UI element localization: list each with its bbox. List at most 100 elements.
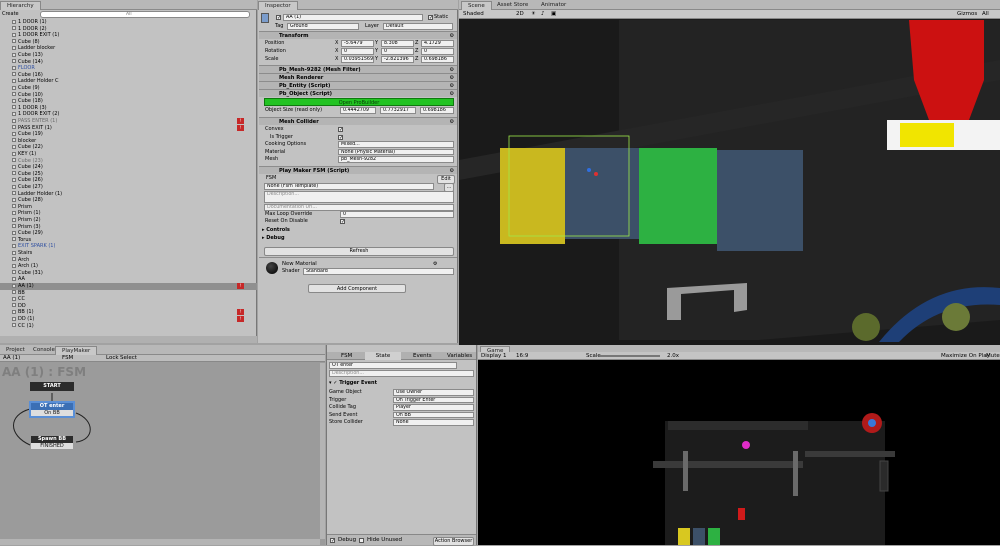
mesh-filter-header[interactable]: Pb_Mesh-9282 (Mesh Filter) ⚙ <box>259 65 457 73</box>
collider-checkbox[interactable]: ✓ <box>338 127 343 133</box>
scene-search-hint[interactable]: All <box>982 11 989 17</box>
hierarchy-row[interactable]: BB (1)! <box>0 309 257 316</box>
open-probuilder-button[interactable]: Open ProBuilder <box>264 98 454 106</box>
state-name-field[interactable]: OT enter <box>329 362 457 369</box>
hierarchy-row[interactable]: AA <box>0 276 257 283</box>
hierarchy-row[interactable]: DD (1)! <box>0 316 257 323</box>
2d-toggle[interactable]: 2D <box>516 11 524 17</box>
transform-y-field[interactable]: 0 <box>381 48 414 55</box>
playmaker-fsm-header[interactable]: Play Maker FSM (Script) ⚙ <box>259 166 457 174</box>
add-component-button[interactable]: Add Component <box>308 284 406 293</box>
tab-state[interactable]: State <box>365 352 401 360</box>
shader-dropdown[interactable]: Standard <box>303 268 454 275</box>
tab-variables[interactable]: Variables <box>447 353 472 359</box>
collider-checkbox[interactable]: ✓ <box>338 134 343 140</box>
hierarchy-row[interactable]: Cube (22) <box>0 144 257 151</box>
tab-hierarchy[interactable]: Hierarchy <box>0 1 41 10</box>
hierarchy-row[interactable]: Cube (16) <box>0 72 257 79</box>
action-param-field[interactable]: None <box>393 419 474 426</box>
transform-y-field[interactable]: 8.308 <box>381 40 414 47</box>
action-param-field[interactable]: Player <box>393 404 474 411</box>
state-event[interactable]: FINISHED <box>31 443 73 449</box>
action-param-field[interactable]: On BB <box>393 411 474 418</box>
hierarchy-search[interactable]: All <box>40 11 250 18</box>
transform-y-field[interactable]: -2.821396 <box>381 56 414 63</box>
max-loop-field[interactable]: 0 <box>340 211 454 218</box>
hierarchy-row[interactable]: DD <box>0 303 257 310</box>
object-name-field[interactable]: AA (1) <box>283 14 423 21</box>
shading-dropdown[interactable]: Shaded <box>463 11 484 17</box>
effects-icon[interactable]: ▣ <box>551 11 556 17</box>
doc-url-field[interactable]: Documentation Url... <box>264 204 454 211</box>
debug-foldout[interactable]: ▸ Debug <box>262 235 285 242</box>
gear-icon[interactable]: ⚙ <box>449 32 454 40</box>
state-description-field[interactable]: Description... <box>329 370 474 377</box>
state-event[interactable]: On BB <box>31 410 73 416</box>
hierarchy-row[interactable]: Cube (31) <box>0 270 257 277</box>
gear-icon[interactable]: ⚙ <box>449 90 454 98</box>
hierarchy-row[interactable]: PASS ENTER (1)! <box>0 118 257 125</box>
hierarchy-row[interactable]: PASS EXIT (1)! <box>0 124 257 132</box>
hierarchy-row[interactable]: Prism (1) <box>0 210 257 217</box>
action-param-field[interactable]: On Trigger Enter <box>393 396 474 403</box>
pb-object-header[interactable]: Pb_Object (Script) ⚙ <box>259 89 457 97</box>
hierarchy-row[interactable]: Cube (19) <box>0 131 257 138</box>
lighting-icon[interactable]: ☀ <box>531 11 536 17</box>
state-spawn-bb[interactable]: Spawn BB FINISHED <box>31 436 73 450</box>
hierarchy-row[interactable]: Stairs <box>0 250 257 257</box>
fsm-name-field[interactable] <box>264 175 436 182</box>
tab-events[interactable]: Events <box>413 353 432 359</box>
gizmos-dropdown[interactable]: Gizmos <box>957 11 977 17</box>
hierarchy-row[interactable]: Cube (10) <box>0 92 257 99</box>
mesh-collider-header[interactable]: Mesh Collider ⚙ <box>259 117 457 125</box>
hierarchy-row[interactable]: EXIT SPARK (1) <box>0 243 257 250</box>
gear-icon[interactable]: ⚙ <box>449 118 454 126</box>
maximize-toggle[interactable]: Maximize On Play <box>941 353 990 359</box>
aspect-dropdown[interactable]: 16:9 <box>516 353 528 359</box>
hierarchy-row[interactable]: Prism <box>0 204 257 211</box>
tab-inspector[interactable]: Inspector <box>258 1 298 10</box>
transform-x-field[interactable]: 0 <box>341 48 374 55</box>
hierarchy-row[interactable]: Arch <box>0 257 257 264</box>
hierarchy-row[interactable]: Cube (13) <box>0 52 257 59</box>
transform-z-field[interactable]: 4.1729 <box>421 40 454 47</box>
start-node[interactable]: START <box>30 382 74 391</box>
hide-unused-checkbox[interactable] <box>359 538 364 543</box>
hierarchy-row[interactable]: Cube (14) <box>0 59 257 66</box>
hierarchy-row[interactable]: CC (1) <box>0 323 257 330</box>
hierarchy-row[interactable]: Prism (2) <box>0 217 257 224</box>
hierarchy-row[interactable]: Prism (3) <box>0 224 257 231</box>
move-gizmo-x[interactable] <box>594 172 598 176</box>
hierarchy-row[interactable]: Cube (9) <box>0 85 257 92</box>
hierarchy-row[interactable]: 1 DOOR (3) <box>0 105 257 112</box>
audio-icon[interactable]: ♪ <box>541 11 545 17</box>
transform-x-field[interactable]: -5.6479 <box>341 40 374 47</box>
graph-scrollbar-v[interactable] <box>320 363 325 539</box>
trigger-event-header[interactable]: ▾ ✓ Trigger Event <box>329 380 474 387</box>
description-field[interactable]: Description... <box>264 191 454 203</box>
move-gizmo-center[interactable] <box>587 168 591 172</box>
transform-header[interactable]: Transform ⚙ <box>259 31 457 39</box>
hierarchy-row[interactable]: Cube (25) <box>0 171 257 178</box>
collider-field[interactable]: Mixed... <box>338 141 454 148</box>
hierarchy-row[interactable]: Ladder Holder C <box>0 78 257 85</box>
hierarchy-row[interactable]: 1 DOOR EXIT (2) <box>0 111 257 118</box>
layer-dropdown[interactable]: Default <box>383 23 453 30</box>
pb-entity-header[interactable]: Pb_Entity (Script) ⚙ <box>259 81 457 89</box>
game-view[interactable]: Game Display 1 16:9 Scale 2.0x Maximize … <box>478 345 1000 545</box>
tab-fsm[interactable]: FSM <box>341 353 352 359</box>
static-checkbox[interactable]: ✓ <box>428 15 433 21</box>
hierarchy-row[interactable]: Arch (1) <box>0 263 257 270</box>
hierarchy-row[interactable]: 1 DOOR (2) <box>0 26 257 33</box>
material-gear-icon[interactable]: ⚙ <box>433 261 437 267</box>
hierarchy-row[interactable]: Torus <box>0 237 257 244</box>
hierarchy-row[interactable]: Cube (18) <box>0 98 257 105</box>
hierarchy-row[interactable]: Cube (8) <box>0 39 257 46</box>
hierarchy-row[interactable]: 1 DOOR (1) <box>0 19 257 26</box>
tab-asset-store[interactable]: Asset Store <box>491 1 534 10</box>
transform-x-field[interactable]: 0.03951569 <box>341 56 374 63</box>
hierarchy-row[interactable]: Cube (24) <box>0 164 257 171</box>
action-param-field[interactable]: Use Owner <box>393 389 474 396</box>
create-dropdown[interactable]: Create <box>2 11 19 17</box>
hierarchy-row[interactable]: Ladder Holder (1) <box>0 191 257 198</box>
